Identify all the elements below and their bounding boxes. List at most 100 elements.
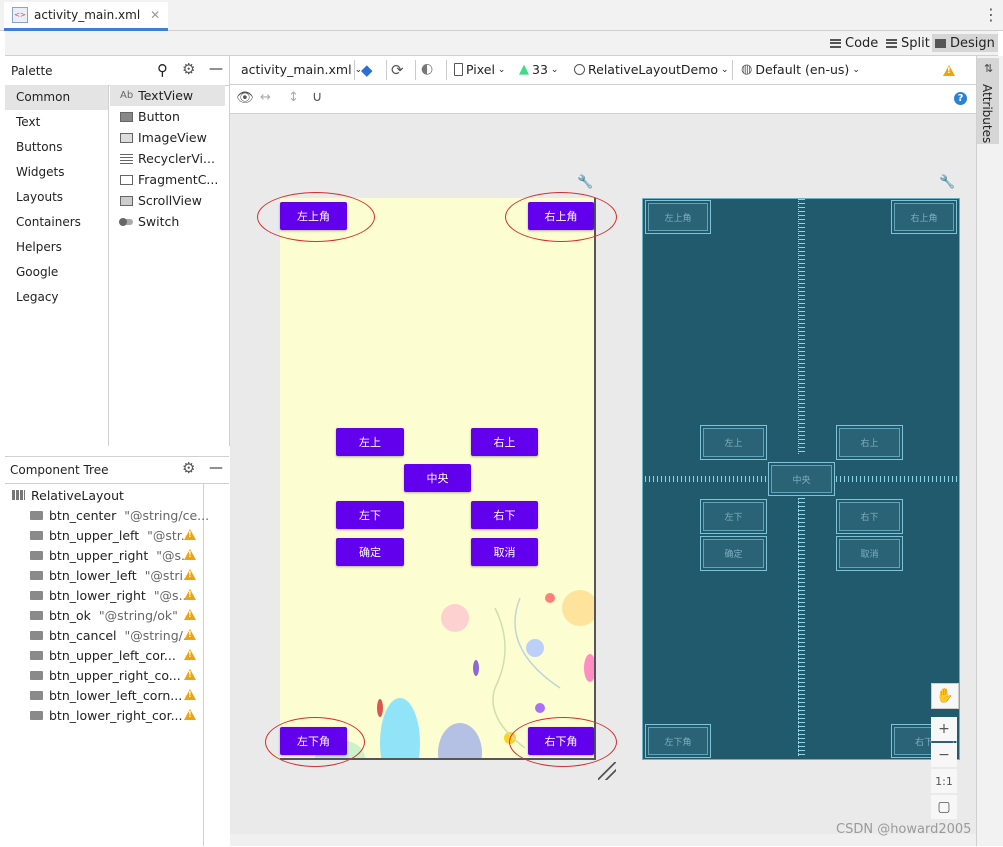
design-button-cancel[interactable]: 取消 [471, 538, 538, 566]
help-icon[interactable]: ? [954, 92, 967, 105]
tree-row[interactable]: btn_lower_right "@s... [30, 585, 191, 605]
palette-category-google[interactable]: Google [5, 260, 108, 285]
tree-row[interactable]: btn_upper_left_cor... [30, 645, 184, 665]
orientation-icon[interactable]: ⟳ [391, 61, 404, 79]
palette-item-scrollview[interactable]: ScrollView [120, 190, 202, 211]
constraint-spring [798, 199, 805, 454]
watermark: CSDN @howard2005 [836, 822, 972, 837]
tree-row[interactable]: btn_upper_left "@str... [30, 525, 193, 545]
blueprint-button-upper-right[interactable]: 右上 [836, 425, 903, 460]
minimize-icon[interactable]: — [209, 61, 223, 77]
api-dropdown[interactable]: ▲ 33 ⌄ [519, 62, 558, 77]
chevron-down-icon: ⌄ [497, 64, 506, 75]
palette-item-imageview[interactable]: ImageView [120, 127, 207, 148]
design-button-ok[interactable]: 确定 [336, 538, 404, 566]
zoom-out-button[interactable]: − [931, 743, 957, 767]
fragment-icon [120, 174, 133, 185]
warning-icon[interactable] [943, 65, 955, 76]
palette-category-layouts[interactable]: Layouts [5, 185, 108, 210]
wrench-icon[interactable]: 🔧 [577, 175, 593, 190]
tree-row[interactable]: btn_upper_right "@s... [30, 545, 193, 565]
palette-item-switch[interactable]: Switch [119, 211, 179, 232]
tree-row[interactable]: btn_lower_right_cor... [30, 705, 190, 725]
resize-handle[interactable] [598, 762, 616, 780]
theme-dropdown[interactable]: RelativeLayoutDemo ⌄ [574, 62, 729, 77]
design-button-lower-left[interactable]: 左下 [336, 501, 404, 529]
palette-category-buttons[interactable]: Buttons [5, 135, 108, 160]
warning-icon[interactable] [184, 649, 196, 660]
palette-divider [108, 85, 109, 446]
blueprint-button-upper-left[interactable]: 左上 [700, 425, 767, 460]
palette-category-common[interactable]: Common [5, 85, 108, 110]
design-button-center[interactable]: 中央 [404, 464, 471, 492]
tree-row[interactable]: btn_lower_left_corn... [30, 685, 190, 705]
design-mode-button[interactable]: Design [932, 34, 998, 52]
design-button-upper-right[interactable]: 右上 [471, 428, 538, 456]
wrench-icon[interactable]: 🔧 [939, 175, 955, 190]
file-dropdown[interactable]: activity_main.xml ⌄ [241, 62, 362, 77]
more-options-icon[interactable]: ⋮ [983, 5, 999, 24]
tree-row[interactable]: btn_ok "@string/ok" [30, 605, 178, 625]
warning-icon[interactable] [184, 669, 196, 680]
minimize-icon[interactable]: — [209, 460, 223, 476]
design-button-upper-left[interactable]: 左上 [336, 428, 404, 456]
zoom-actual-size-button[interactable]: 1:1 [931, 769, 957, 793]
blueprint-button-lower-right[interactable]: 右下 [836, 499, 903, 534]
warning-icon[interactable] [184, 549, 196, 560]
eye-icon[interactable]: 👁 [236, 90, 254, 106]
palette-category-text[interactable]: Text [5, 110, 108, 135]
tree-row[interactable]: btn_lower_left "@stri... [30, 565, 195, 585]
palette-item-fragmentcontainer[interactable]: FragmentC... [120, 169, 218, 190]
vertical-arrows-icon[interactable]: ↕ [288, 90, 299, 105]
chevron-down-icon: ⌄ [550, 64, 559, 75]
horizontal-arrows-icon[interactable]: ↔ [260, 90, 271, 105]
blueprint-button-cancel[interactable]: 取消 [836, 536, 903, 571]
blueprint-button-lower-left-corner[interactable]: 左下角 [645, 724, 711, 758]
warning-icon[interactable] [184, 629, 196, 640]
blueprint-button-lower-left[interactable]: 左下 [700, 499, 767, 534]
gear-icon[interactable]: ⚙ [182, 459, 195, 477]
tree-row[interactable]: btn_center "@string/ce... [30, 505, 209, 525]
palette-category-containers[interactable]: Containers [5, 210, 108, 235]
tree-row-id: btn_ok [49, 607, 91, 623]
split-mode-button[interactable]: Split [883, 34, 933, 52]
blueprint-button-ok[interactable]: 确定 [700, 536, 767, 571]
palette-category-legacy[interactable]: Legacy [5, 285, 108, 310]
gear-icon[interactable]: ⚙ [182, 60, 195, 78]
zoom-fit-icon[interactable]: ▢ [931, 795, 957, 819]
warning-icon[interactable] [184, 689, 196, 700]
tree-row[interactable]: btn_cancel "@string/... [30, 625, 195, 645]
palette-item-button[interactable]: Button [120, 106, 180, 127]
tab-activity-main[interactable]: <> activity_main.xml ✕ [4, 2, 169, 31]
night-mode-icon[interactable]: ◐ [421, 61, 433, 77]
warning-icon[interactable] [184, 569, 196, 580]
pan-hand-icon[interactable]: ✋ [931, 683, 959, 709]
close-icon[interactable]: ✕ [150, 8, 160, 22]
tree-row[interactable]: btn_upper_right_co... [30, 665, 189, 685]
warning-icon[interactable] [184, 529, 196, 540]
palette-item-recyclerview[interactable]: RecyclerVi... [120, 148, 215, 169]
zoom-in-button[interactable]: + [931, 717, 957, 741]
device-dropdown[interactable]: Pixel ⌄ [454, 62, 505, 77]
warning-icon[interactable] [184, 609, 196, 620]
code-mode-button[interactable]: Code [827, 34, 881, 52]
layers-icon[interactable]: ◆ [361, 61, 373, 79]
android-icon: ▲ [519, 62, 529, 77]
toolbar-separator [386, 60, 387, 80]
tree-root-relativelayout[interactable]: RelativeLayout [12, 485, 124, 505]
blueprint-button-upper-right-corner[interactable]: 右上角 [891, 200, 957, 234]
palette-category-widgets[interactable]: Widgets [5, 160, 108, 185]
button-icon [30, 710, 43, 720]
magnet-icon[interactable]: ∪ [312, 89, 322, 105]
blueprint-button-center[interactable]: 中央 [768, 462, 835, 496]
warning-icon[interactable] [184, 589, 196, 600]
design-label: Design [950, 35, 995, 51]
design-button-lower-right[interactable]: 右下 [471, 501, 538, 529]
palette-category-helpers[interactable]: Helpers [5, 235, 108, 260]
blueprint-button-upper-left-corner[interactable]: 左上角 [645, 200, 711, 234]
highlight-oval [505, 192, 617, 242]
locale-dropdown[interactable]: ◍ Default (en-us) ⌄ [741, 62, 860, 77]
search-icon[interactable]: ⚲ [157, 61, 168, 79]
palette-item-textview[interactable]: Ab TextView [110, 85, 225, 106]
warning-icon[interactable] [184, 709, 196, 720]
